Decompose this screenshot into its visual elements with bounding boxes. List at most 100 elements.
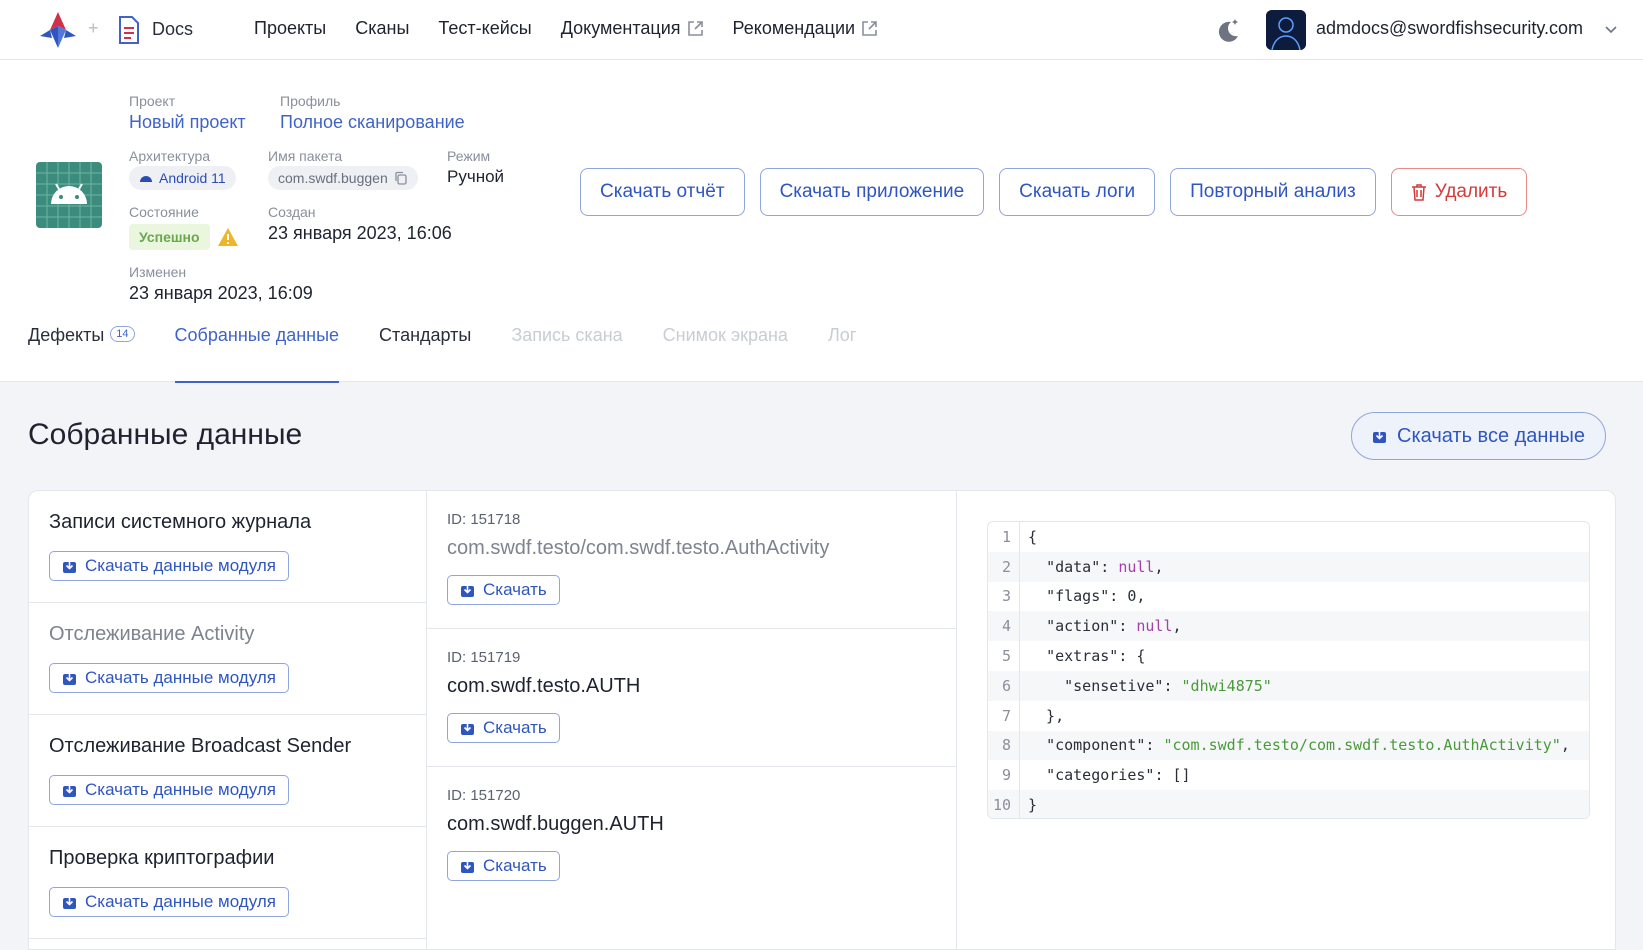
download-module-button[interactable]: Скачать данные модуля [49,887,289,917]
download-all-label: Скачать все данные [1397,424,1586,447]
download-record-button[interactable]: Скачать [447,575,560,605]
download-record-button[interactable]: Скачать [447,713,560,743]
list-item[interactable]: Отслеживание Activity Скачать данные мод… [29,603,427,715]
modified-value: 23 января 2023, 16:09 [129,283,313,303]
code-text: "action": null, [1046,617,1182,636]
nav-item-label: Тест-кейсы [438,18,532,38]
action-toolbar: Скачать отчёт Скачать приложение Скачать… [580,168,1528,216]
profile-label: Профиль [280,93,341,109]
code-text: } [1028,796,1038,815]
external-link-icon [687,21,703,36]
docs-label[interactable]: Docs [152,19,193,40]
download-icon [1373,429,1386,443]
module-title: Отслеживание Broadcast Sender [49,735,352,757]
nav-item-scans[interactable]: Сканы [355,18,409,39]
tab-collected-data[interactable]: Собранные данные [174,325,339,383]
nav-item-recommendations[interactable]: Рекомендации [733,18,879,39]
list-item[interactable]: ID: 151718 com.swdf.testo/com.swdf.testo… [427,491,957,629]
download-record-label: Скачать [483,580,547,599]
line-number: 4 [988,611,1020,642]
chevron-down-icon[interactable] [1604,22,1618,36]
download-record-button[interactable]: Скачать [447,851,560,881]
download-module-label: Скачать данные модуля [85,780,276,799]
download-app-button[interactable]: Скачать приложение [759,168,985,216]
warning-icon[interactable] [217,227,239,247]
code-line: 3 "flags": 0, [988,581,1589,612]
project-link[interactable]: Новый проект [129,112,246,133]
nav-item-test-cases[interactable]: Тест-кейсы [438,18,531,39]
code-text: "extras": { [1046,647,1146,666]
status-badge: Успешно [129,224,210,250]
tab-screenshot: Снимок экрана [662,325,788,345]
module-title: Записи системного журнала [49,511,312,533]
top-navigation: + Docs Проекты Сканы Тест-кейсы Документ… [0,0,1643,60]
plus-separator-icon: + [88,18,99,38]
list-item[interactable]: Отслеживание Broadcast Sender Скачать да… [29,715,427,827]
code-text: }, [1028,706,1065,725]
architecture-value: Android 11 [159,170,226,186]
architecture-chip: Android 11 [129,166,236,190]
module-list: Записи системного журнала Скачать данные… [29,491,427,949]
line-number: 5 [988,641,1020,671]
mode-label: Режим [447,148,491,164]
download-report-button[interactable]: Скачать отчёт [580,168,745,216]
delete-button[interactable]: Удалить [1390,168,1528,216]
json-code-viewer[interactable]: 1{ 2 "data": null, 3 "flags": 0, 4 "acti… [987,521,1590,819]
code-line: 10} [988,790,1589,818]
module-title: Отслеживание Activity [49,623,255,645]
json-viewer-column: 1{ 2 "data": null, 3 "flags": 0, 4 "acti… [957,491,1615,949]
tab-scan-record: Запись скана [511,325,623,345]
code-text: "data": null, [1046,557,1164,576]
download-all-data-button[interactable]: Скачать все данные [1351,412,1607,460]
user-email[interactable]: admdocs@swordfishsecurity.com [1316,18,1583,39]
code-line: 7 }, [988,700,1589,731]
download-icon [63,895,76,909]
download-module-button[interactable]: Скачать данные модуля [49,663,289,693]
record-name: com.swdf.testo/com.swdf.testo.AuthActivi… [447,537,830,559]
list-item[interactable]: Записи системного журнала Скачать данные… [29,491,427,603]
download-record-label: Скачать [483,718,547,737]
created-label: Создан [268,204,316,220]
dark-mode-moon-icon[interactable] [1214,16,1242,44]
copy-icon[interactable] [394,171,408,185]
avatar-person-icon [1266,10,1306,50]
download-module-button[interactable]: Скачать данные модуля [49,551,289,581]
tab-standards[interactable]: Стандарты [379,325,471,382]
line-number: 3 [988,581,1020,612]
tab-log: Лог [827,325,857,345]
record-name: com.swdf.buggen.AUTH [447,813,664,835]
download-icon [461,859,474,873]
android-app-icon [36,162,102,228]
user-avatar[interactable] [1266,10,1306,50]
line-number: 6 [988,670,1020,701]
list-item[interactable]: ID: 151720 com.swdf.buggen.AUTH Скачать [427,767,957,905]
nav-item-projects[interactable]: Проекты [254,18,326,39]
download-module-button[interactable]: Скачать данные модуля [49,775,289,805]
download-module-label: Скачать данные модуля [85,892,276,911]
swordfish-logo-icon[interactable] [38,10,78,50]
profile-link[interactable]: Полное сканирование [280,112,465,133]
nav-item-label: Документация [560,18,681,38]
page-title: Собранные данные [28,418,303,451]
list-item[interactable]: ID: 151719 com.swdf.testo.AUTH Скачать [427,629,957,767]
reanalyze-button[interactable]: Повторный анализ [1170,168,1376,216]
collected-data-panel: Записи системного журнала Скачать данные… [28,490,1616,950]
line-number: 10 [988,790,1020,818]
download-icon [461,583,474,597]
code-line: 5 "extras": { [988,641,1589,671]
download-icon [63,783,76,797]
defects-count-badge: 14 [110,326,135,342]
code-text: "flags": 0, [1046,587,1146,606]
modified-label: Изменен [129,264,187,280]
code-text: "categories": [] [1046,766,1191,785]
line-number: 2 [988,551,1020,582]
nav-item-documentation[interactable]: Документация [561,18,704,39]
line-number: 7 [988,700,1020,731]
android-icon [36,162,102,228]
tab-defects[interactable]: Дефекты 14 [28,325,135,382]
document-icon[interactable] [118,16,140,44]
download-logs-button[interactable]: Скачать логи [999,168,1156,216]
list-item[interactable]: Проверка криптографии Скачать данные мод… [29,827,427,939]
scan-header: Проект Новый проект Профиль Полное скани… [0,60,1643,383]
download-record-label: Скачать [483,856,547,875]
